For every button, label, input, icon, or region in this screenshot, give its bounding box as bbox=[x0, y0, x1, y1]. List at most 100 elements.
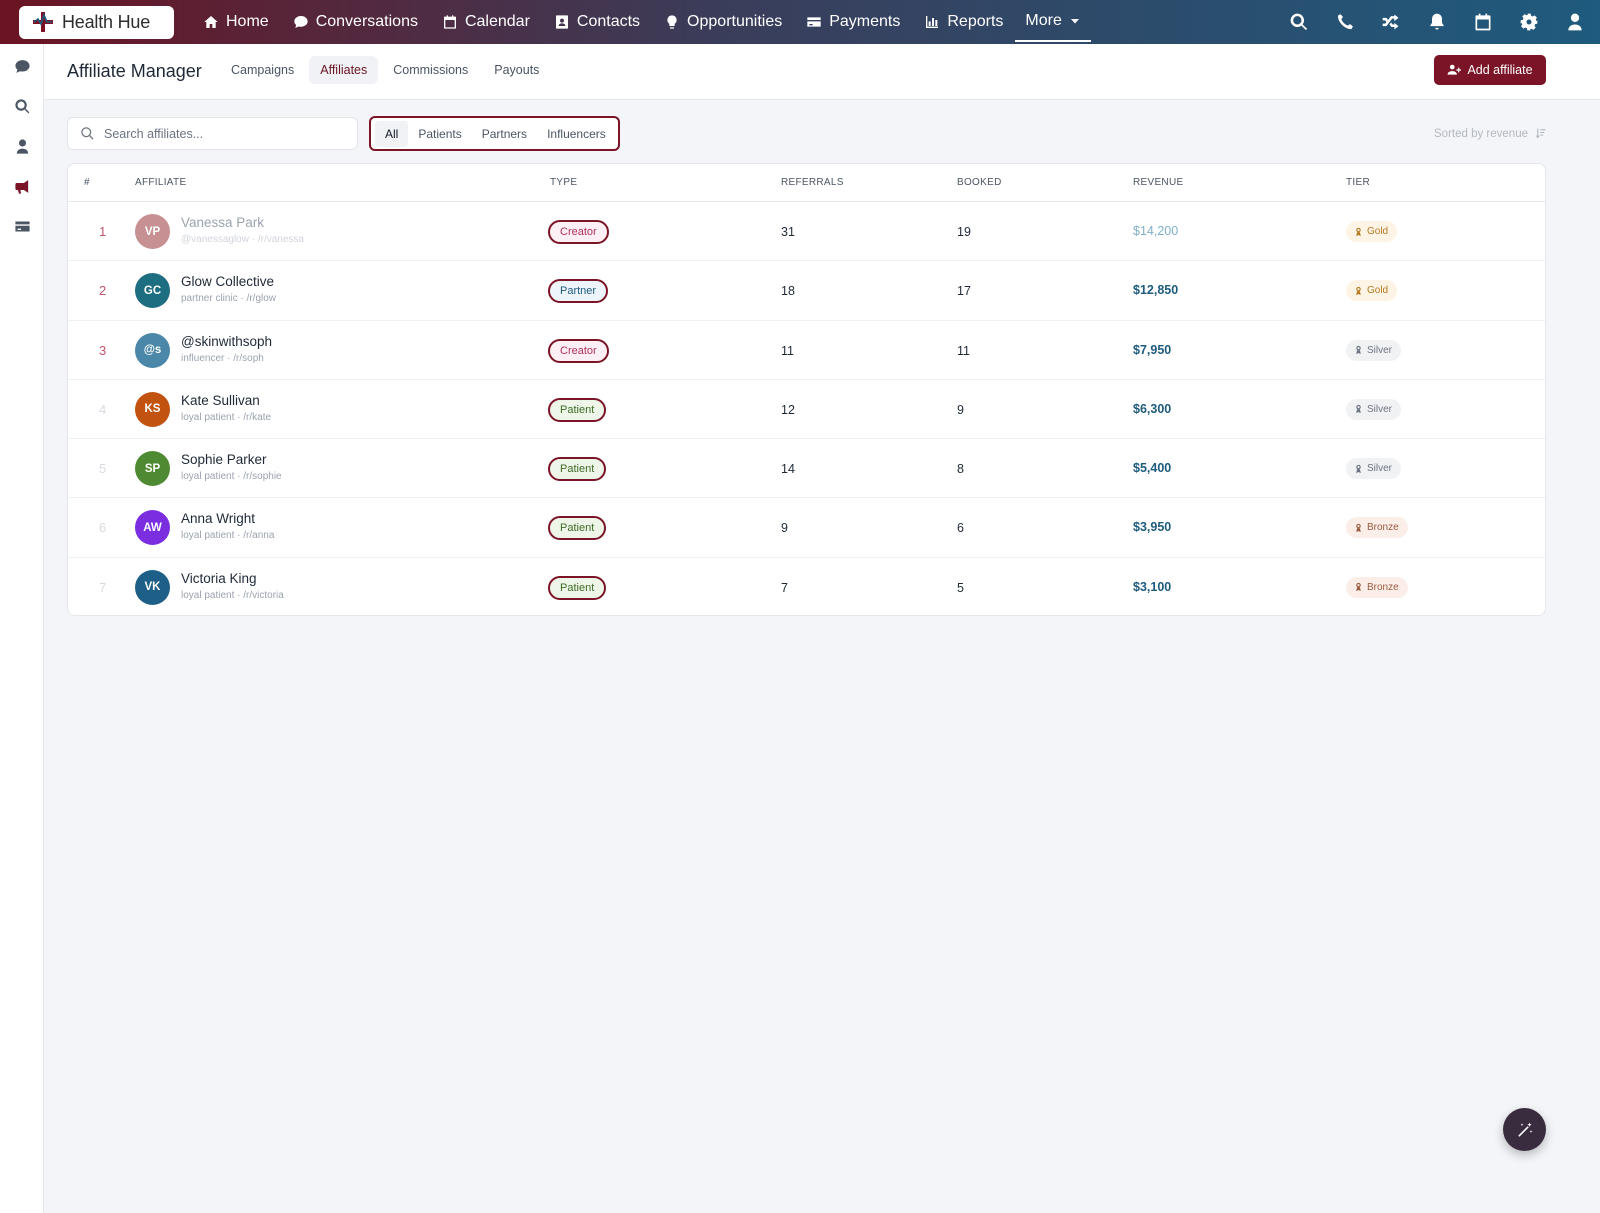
affiliate-name[interactable]: Glow Collective bbox=[181, 274, 274, 289]
affiliate-name[interactable]: Vanessa Park bbox=[181, 215, 264, 230]
rail-contacts-button[interactable] bbox=[12, 136, 32, 156]
add-affiliate-button[interactable]: Add affiliate bbox=[1434, 55, 1546, 85]
nav-reports-label: Reports bbox=[947, 13, 1004, 30]
revenue-value: $6,300 bbox=[1133, 401, 1172, 416]
avatar: @s bbox=[135, 332, 170, 368]
tab-affiliates[interactable]: Affiliates bbox=[309, 56, 379, 84]
booked-count: 11 bbox=[957, 343, 970, 358]
nav-search-button[interactable] bbox=[1289, 12, 1309, 32]
table-row[interactable]: 2 GC Glow Collective partner clinic · /r/gl… bbox=[68, 261, 1545, 321]
nav-settings-button[interactable] bbox=[1519, 12, 1539, 32]
nav-actions bbox=[1289, 0, 1585, 44]
booked-count: 8 bbox=[957, 462, 964, 477]
affiliate-name[interactable]: Kate Sullivan bbox=[181, 393, 260, 408]
chat-icon bbox=[14, 59, 30, 73]
row-rank: 6 bbox=[99, 520, 107, 536]
rail-search-button[interactable] bbox=[12, 96, 32, 116]
sort-control[interactable]: Sorted by revenue bbox=[1434, 127, 1547, 140]
table-row[interactable]: 4 KS Kate Sullivan loyal patient · /r/kate P… bbox=[68, 380, 1545, 440]
left-rail bbox=[0, 44, 44, 1213]
table-row[interactable]: 6 AW Anna Wright loyal patient · /r/anna Pat… bbox=[68, 498, 1545, 558]
caret-down-icon bbox=[1070, 19, 1079, 24]
col-tier[interactable]: TIER bbox=[1346, 177, 1370, 188]
booked-count: 6 bbox=[957, 521, 964, 536]
tier-label: Gold bbox=[1367, 226, 1389, 237]
booked-count: 9 bbox=[957, 402, 964, 417]
tier-badge: Bronze bbox=[1346, 517, 1408, 539]
filter-partners[interactable]: Partners bbox=[472, 121, 537, 147]
nav-notifications-button[interactable] bbox=[1427, 12, 1447, 32]
nav-calendar-button[interactable] bbox=[1473, 12, 1493, 32]
affiliates-table: # AFFILIATE TYPE REFERRALS BOOKED REVENU… bbox=[67, 163, 1546, 616]
table-row[interactable]: 1 VP Vanessa Park @vanessaglow · /r/vanessa… bbox=[68, 202, 1545, 262]
referrals-count: 11 bbox=[781, 343, 794, 358]
nav-payments[interactable]: Payments bbox=[794, 0, 912, 44]
referrals-count: 31 bbox=[781, 225, 795, 239]
filter-influencers[interactable]: Influencers bbox=[537, 121, 616, 147]
nav-conversations-label: Conversations bbox=[315, 13, 418, 30]
nav-reports[interactable]: Reports bbox=[912, 0, 1015, 44]
nav-contacts[interactable]: Contacts bbox=[542, 0, 652, 44]
nav-conversations[interactable]: Conversations bbox=[281, 0, 430, 44]
tier-label: Silver bbox=[1367, 344, 1393, 356]
credit-card-icon bbox=[14, 221, 30, 231]
affiliate-name[interactable]: Victoria King bbox=[181, 571, 257, 586]
tier-badge: Bronze bbox=[1346, 576, 1408, 598]
ai-assistant-button[interactable] bbox=[1503, 1108, 1546, 1151]
search-input[interactable] bbox=[104, 126, 344, 141]
booked-count: 17 bbox=[957, 284, 971, 299]
referrals-count: 9 bbox=[781, 521, 788, 536]
tier-badge: Gold bbox=[1346, 280, 1398, 302]
brand-name: Health Hue bbox=[62, 11, 151, 32]
filter-patients[interactable]: Patients bbox=[408, 121, 471, 147]
type-badge: Patient bbox=[548, 397, 607, 422]
nav-more-dropdown[interactable]: More bbox=[1015, 2, 1091, 42]
magic-wand-icon bbox=[1517, 1122, 1532, 1137]
brand-logo[interactable]: Health Hue bbox=[19, 5, 174, 39]
nav-calendar[interactable]: Calendar bbox=[430, 0, 542, 44]
nav-home[interactable]: Home bbox=[191, 0, 281, 44]
search-icon bbox=[14, 98, 29, 113]
search-icon bbox=[81, 127, 94, 140]
rail-payments-button[interactable] bbox=[12, 216, 32, 236]
nav-home-label: Home bbox=[226, 13, 269, 30]
referrals-count: 12 bbox=[781, 402, 795, 417]
tab-payouts[interactable]: Payouts bbox=[483, 56, 550, 84]
award-icon bbox=[1356, 523, 1361, 533]
filter-all[interactable]: All bbox=[375, 120, 409, 147]
tier-label: Bronze bbox=[1367, 522, 1399, 534]
nav-phone-button[interactable] bbox=[1335, 12, 1355, 32]
table-row[interactable]: 7 VK Victoria King loyal patient · /r/victo… bbox=[68, 558, 1545, 615]
nav-links: Home Conversations Calendar Contacts Opp… bbox=[191, 0, 1091, 44]
revenue-value: $14,200 bbox=[1133, 224, 1179, 238]
nav-calendar-label: Calendar bbox=[464, 13, 530, 30]
phone-icon bbox=[1337, 14, 1353, 30]
nav-profile-button[interactable] bbox=[1565, 12, 1585, 32]
col-booked[interactable]: BOOKED bbox=[957, 177, 1002, 188]
rail-marketing-button[interactable] bbox=[12, 176, 32, 196]
col-revenue[interactable]: REVENUE bbox=[1133, 177, 1183, 188]
type-badge: Creator bbox=[548, 338, 609, 363]
affiliate-handle: influencer · /r/soph bbox=[181, 352, 264, 364]
col-referrals[interactable]: REFERRALS bbox=[781, 177, 844, 188]
search-icon bbox=[1290, 13, 1308, 31]
affiliate-handle: partner clinic · /r/glow bbox=[181, 293, 277, 305]
affiliate-name[interactable]: @skinwithsoph bbox=[181, 334, 272, 349]
tab-campaigns[interactable]: Campaigns bbox=[220, 56, 305, 84]
col-type[interactable]: TYPE bbox=[550, 177, 577, 188]
rail-chat-button[interactable] bbox=[12, 56, 32, 76]
calendar-icon bbox=[443, 15, 456, 29]
table-row[interactable]: 3 @s @skinwithsoph influencer · /r/soph Crea… bbox=[68, 321, 1545, 380]
affiliate-name[interactable]: Sophie Parker bbox=[181, 452, 267, 467]
affiliate-name[interactable]: Anna Wright bbox=[181, 511, 255, 526]
nav-opportunities[interactable]: Opportunities bbox=[652, 0, 794, 44]
row-rank: 1 bbox=[99, 224, 107, 239]
table-row[interactable]: 5 SP Sophie Parker loyal patient · /r/sophi… bbox=[68, 439, 1545, 499]
tab-commissions[interactable]: Commissions bbox=[382, 56, 479, 84]
nav-opportunities-label: Opportunities bbox=[687, 13, 783, 30]
revenue-value: $12,850 bbox=[1133, 283, 1179, 298]
bar-chart-icon bbox=[926, 16, 939, 28]
col-affiliate[interactable]: AFFILIATE bbox=[135, 177, 186, 188]
nav-shuffle-button[interactable] bbox=[1381, 12, 1401, 32]
tier-label: Silver bbox=[1367, 463, 1393, 475]
